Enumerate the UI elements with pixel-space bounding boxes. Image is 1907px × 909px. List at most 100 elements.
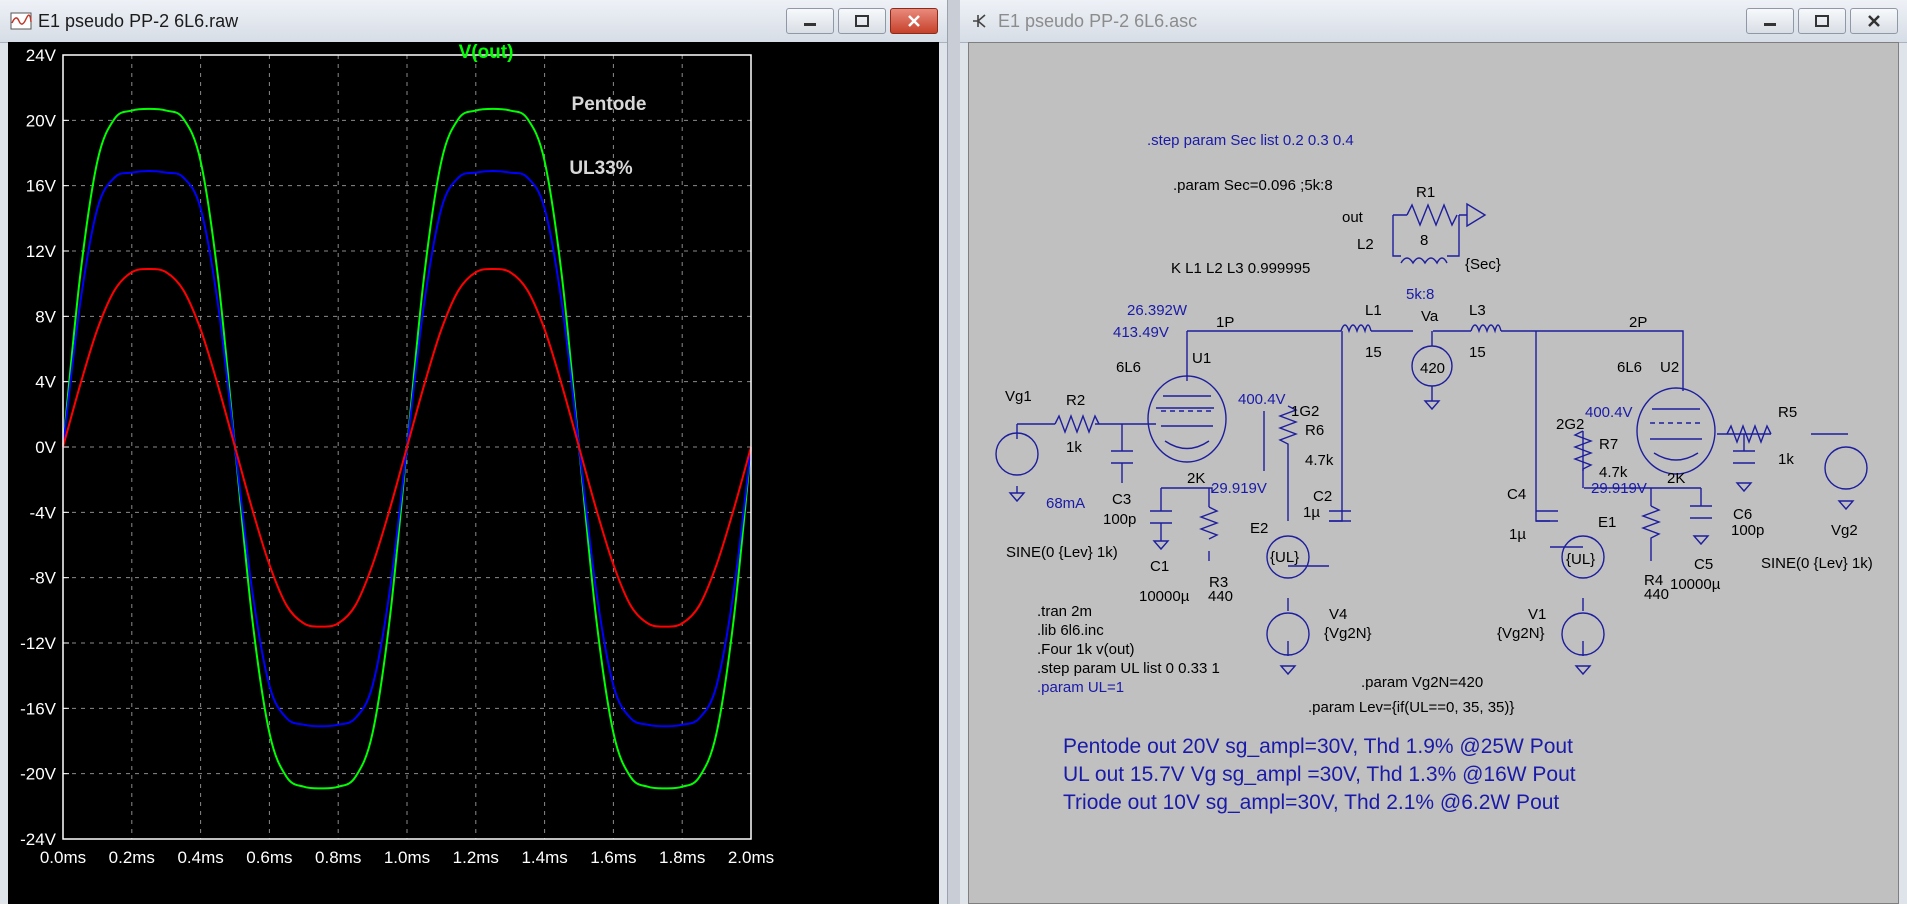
- label-r2: R2: [1066, 392, 1085, 409]
- label-c3: C3: [1112, 491, 1131, 508]
- note-ul[interactable]: UL out 15.7V Vg sg_ampl =30V, Thd 1.3% @…: [1063, 763, 1576, 786]
- net-2p: 2P: [1629, 314, 1647, 331]
- y-tick-label: 0V: [35, 438, 56, 457]
- minimize-button[interactable]: [1746, 8, 1794, 34]
- y-tick-label: 20V: [26, 111, 57, 130]
- label-u1: U1: [1192, 350, 1211, 367]
- tube-u1[interactable]: [1147, 375, 1227, 463]
- x-tick-label: 0.0ms: [40, 848, 86, 867]
- schematic-drawing[interactable]: .step param Sec list 0.2 0.3 0.4 .param …: [969, 43, 1898, 903]
- annotation-pentode: Pentode: [572, 94, 647, 115]
- y-tick-labels: 24V 20V 16V 12V 8V 4V 0V -4V -8V -12V -16V -20V -24V: [20, 46, 57, 849]
- label-r2-value: 1k: [1066, 439, 1082, 456]
- label-vg1: Vg1: [1005, 388, 1032, 405]
- label-va-value: 420: [1420, 360, 1445, 377]
- x-tick-label: 0.4ms: [177, 848, 223, 867]
- op-v-1p: 413.49V: [1113, 324, 1169, 341]
- minimize-icon: [804, 23, 816, 26]
- label-l2: L2: [1357, 236, 1374, 253]
- label-l2-ratio: 5k:8: [1406, 286, 1434, 303]
- directive-step-sec[interactable]: .step param Sec list 0.2 0.3 0.4: [1147, 132, 1354, 149]
- close-button[interactable]: [890, 8, 938, 34]
- label-va: Va: [1421, 308, 1439, 325]
- label-c5-value: 10000µ: [1670, 576, 1721, 593]
- note-pentode[interactable]: Pentode out 20V sg_ampl=30V, Thd 1.9% @2…: [1063, 735, 1573, 758]
- label-l3: L3: [1469, 302, 1486, 319]
- note-triode[interactable]: Triode out 10V sg_ampl=30V, Thd 2.1% @6.…: [1063, 791, 1559, 814]
- op-v-k-left: 29.919V: [1211, 480, 1267, 497]
- label-c2: C2: [1313, 488, 1332, 505]
- directive-param-ul[interactable]: .param UL=1: [1037, 679, 1124, 696]
- x-tick-label: 2.0ms: [728, 848, 774, 867]
- schematic-canvas[interactable]: .step param Sec list 0.2 0.3 0.4 .param …: [968, 42, 1899, 904]
- directive-tran[interactable]: .tran 2m: [1037, 603, 1092, 620]
- label-r1: R1: [1416, 184, 1435, 201]
- y-tick-label: -16V: [20, 699, 57, 718]
- op-v-g2-left: 400.4V: [1238, 391, 1286, 408]
- label-l1: L1: [1365, 302, 1382, 319]
- y-tick-label: 8V: [35, 307, 56, 326]
- waveform-chart[interactable]: 24V 20V 16V 12V 8V 4V 0V -4V -8V -12V -16V -20V -24V…: [8, 42, 940, 904]
- waveform-titlebar[interactable]: E1 pseudo PP-2 6L6.raw: [0, 0, 947, 43]
- x-tick-label: 0.8ms: [315, 848, 361, 867]
- waveform-window: E1 pseudo PP-2 6L6.raw 24V 20V 16V 12V 8V 4V 0…: [0, 0, 948, 904]
- op-i-left: 68mA: [1046, 495, 1085, 512]
- label-c6: C6: [1733, 506, 1752, 523]
- x-tick-label: 1.4ms: [521, 848, 567, 867]
- label-r6-value: 4.7k: [1305, 452, 1334, 469]
- close-icon: [908, 15, 920, 27]
- label-r7-value: 4.7k: [1599, 464, 1628, 481]
- schematic-titlebar[interactable]: E1 pseudo PP-2 6L6.asc: [960, 0, 1907, 43]
- label-c4-value: 1µ: [1509, 526, 1526, 543]
- label-r5: R5: [1778, 404, 1797, 421]
- directive-param-lev[interactable]: .param Lev={if(UL==0, 35, 35)}: [1308, 699, 1514, 716]
- close-button[interactable]: [1850, 8, 1898, 34]
- x-tick-labels: 0.0ms 0.2ms 0.4ms 0.6ms 0.8ms 1.0ms 1.2ms 1.4ms…: [40, 848, 774, 867]
- tube-u2[interactable]: [1636, 387, 1716, 475]
- directive-param-vg2n[interactable]: .param Vg2N=420: [1361, 674, 1483, 691]
- label-e1: E1: [1598, 514, 1616, 531]
- maximize-button[interactable]: [838, 8, 886, 34]
- directive-four[interactable]: .Four 1k v(out): [1037, 641, 1135, 658]
- label-r1-value: 8: [1420, 232, 1428, 249]
- x-tick-label: 0.2ms: [109, 848, 155, 867]
- label-2k-right: 2K: [1667, 470, 1685, 487]
- op-power: 26.392W: [1127, 302, 1188, 319]
- op-v-g2-right: 400.4V: [1585, 404, 1633, 421]
- label-r7: R7: [1599, 436, 1618, 453]
- net-2g2: 2G2: [1556, 416, 1584, 433]
- window-divider: [948, 0, 960, 904]
- directive-step-ul[interactable]: .step param UL list 0 0.33 1: [1037, 660, 1220, 677]
- maximize-icon: [1815, 15, 1829, 27]
- label-r4-value: 440: [1644, 586, 1669, 603]
- x-tick-label: 1.8ms: [659, 848, 705, 867]
- maximize-button[interactable]: [1798, 8, 1846, 34]
- minimize-button[interactable]: [786, 8, 834, 34]
- waveform-icon: [10, 12, 32, 30]
- result-notes: Pentode out 20V sg_ampl=30V, Thd 1.9% @2…: [1063, 735, 1576, 814]
- label-tube-left: 6L6: [1116, 359, 1141, 376]
- label-vg2: Vg2: [1831, 522, 1858, 539]
- label-2k-left: 2K: [1187, 470, 1205, 487]
- label-e2: E2: [1250, 520, 1268, 537]
- directive-param-sec[interactable]: .param Sec=0.096 ;5k:8: [1173, 177, 1333, 194]
- schematic-window-title: E1 pseudo PP-2 6L6.asc: [998, 11, 1198, 31]
- label-c1-value: 10000µ: [1139, 588, 1190, 605]
- y-tick-label: -12V: [20, 634, 57, 653]
- trace-label-vout[interactable]: V(out): [459, 42, 514, 63]
- label-l3-value: 15: [1469, 344, 1486, 361]
- waveform-plot-area[interactable]: 24V 20V 16V 12V 8V 4V 0V -4V -8V -12V -16V -20V -24V…: [8, 42, 939, 904]
- y-tick-label: 12V: [26, 242, 57, 261]
- directive-lib[interactable]: .lib 6l6.inc: [1037, 622, 1104, 639]
- label-c3-value: 100p: [1103, 511, 1136, 528]
- label-u2: U2: [1660, 359, 1679, 376]
- op-v-k-right: 29.919V: [1591, 480, 1647, 497]
- label-c4: C4: [1507, 486, 1526, 503]
- y-tick-label: -8V: [30, 569, 57, 588]
- x-tick-label: 1.6ms: [590, 848, 636, 867]
- label-c2-value: 1µ: [1303, 504, 1320, 521]
- label-r3-value: 440: [1208, 588, 1233, 605]
- label-v1-value: {Vg2N}: [1497, 625, 1545, 642]
- x-tick-label: 0.6ms: [246, 848, 292, 867]
- directive-k-coupling[interactable]: K L1 L2 L3 0.999995: [1171, 260, 1310, 277]
